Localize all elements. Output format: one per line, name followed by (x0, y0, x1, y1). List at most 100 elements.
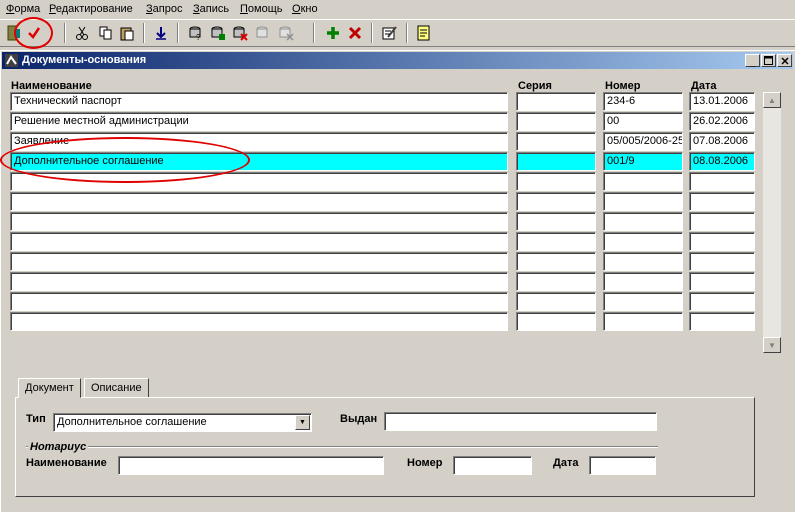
grid-cell-number[interactable] (603, 232, 683, 251)
type-label: Тип (26, 413, 46, 425)
grid-cell-date[interactable] (689, 212, 755, 231)
paste-icon[interactable] (117, 23, 137, 43)
grid-cell-name[interactable] (10, 312, 508, 331)
grid-cell-name[interactable] (10, 172, 508, 191)
grid-cell-date[interactable] (689, 312, 755, 331)
copy-icon[interactable] (96, 23, 116, 43)
grid-cell-date[interactable] (689, 232, 755, 251)
header-number: Номер (605, 80, 641, 92)
menu-edit[interactable]: Редактирование (49, 3, 133, 15)
grid-cell-number[interactable]: 05/005/2006-25 (603, 132, 683, 151)
grid-cell-number[interactable] (603, 252, 683, 271)
toolbar: ? (0, 19, 795, 47)
header-series: Серия (518, 80, 552, 92)
menu-forma[interactable]: Форма (6, 3, 40, 15)
notary-name-label: Наименование (26, 457, 107, 469)
scroll-up-button[interactable]: ▲ (763, 92, 781, 108)
close-button[interactable] (777, 54, 792, 67)
menu-query[interactable]: Запрос (146, 3, 182, 15)
notary-number-label: Номер (407, 457, 443, 469)
grid-cell-number[interactable] (603, 192, 683, 211)
notary-number-field[interactable] (453, 456, 532, 475)
grid-cell-series[interactable] (516, 292, 596, 311)
grid-cell-name[interactable] (10, 212, 508, 231)
exit-icon[interactable] (4, 23, 24, 43)
query-enter-icon[interactable]: ? (186, 23, 206, 43)
edit-icon[interactable] (380, 23, 400, 43)
grid-cell-series[interactable] (516, 232, 596, 251)
grid-cell-number[interactable] (603, 312, 683, 331)
grid-cell-number[interactable] (603, 292, 683, 311)
grid-cell-name[interactable]: Технический паспорт (10, 92, 508, 111)
notary-label: Нотариус (28, 441, 89, 453)
grid-cell-series[interactable] (516, 212, 596, 231)
toolbar-separator (143, 23, 145, 43)
grid-cell-date[interactable]: 08.08.2006 (689, 152, 755, 171)
grid-cell-series[interactable] (516, 132, 596, 151)
grid-cell-name[interactable] (10, 252, 508, 271)
maximize-button[interactable] (761, 54, 776, 67)
grid-cell-date[interactable] (689, 292, 755, 311)
grid-cell-date[interactable]: 07.08.2006 (689, 132, 755, 151)
window-titlebar[interactable]: Документы-основания _ (2, 52, 793, 69)
grid-cell-date[interactable] (689, 192, 755, 211)
grid-cell-number[interactable] (603, 272, 683, 291)
grid-cell-series[interactable] (516, 172, 596, 191)
grid-cell-date[interactable]: 13.01.2006 (689, 92, 755, 111)
scroll-down-button[interactable]: ▼ (763, 337, 781, 353)
grid-cell-number[interactable] (603, 212, 683, 231)
svg-text:?: ? (196, 33, 201, 41)
grid-cell-date[interactable] (689, 172, 755, 191)
grid-cell-date[interactable]: 26.02.2006 (689, 112, 755, 131)
delete-record-icon[interactable] (345, 23, 365, 43)
menu-record[interactable]: Запись (193, 3, 229, 15)
grid-cell-series[interactable] (516, 152, 596, 171)
cut-icon[interactable] (72, 23, 92, 43)
grid-cell-name[interactable] (10, 192, 508, 211)
grid-cell-number[interactable]: 001/9 (603, 152, 683, 171)
window-icon (5, 54, 18, 67)
toolbar-separator (371, 23, 373, 43)
notary-separator (26, 446, 658, 448)
help-icon[interactable] (414, 23, 434, 43)
grid-cell-date[interactable] (689, 272, 755, 291)
grid-cell-name[interactable] (10, 292, 508, 311)
grid-scrollbar[interactable]: ▲ ▼ (763, 92, 781, 353)
grid-cell-series[interactable] (516, 112, 596, 131)
type-combobox[interactable]: Дополнительное соглашение ▼ (53, 413, 312, 432)
grid-cell-number[interactable]: 234-6 (603, 92, 683, 111)
grid-cell-series[interactable] (516, 272, 596, 291)
grid-cell-name[interactable]: Решение местной администрации (10, 112, 508, 131)
tab-description[interactable]: Описание (84, 378, 149, 398)
grid-cell-series[interactable] (516, 252, 596, 271)
query-execute-icon[interactable] (208, 23, 228, 43)
header-name: Наименование (11, 80, 92, 92)
grid-cell-name[interactable] (10, 272, 508, 291)
grid-cell-series[interactable] (516, 192, 596, 211)
issued-field[interactable] (384, 412, 657, 431)
commit-checkmark-icon[interactable] (24, 23, 44, 43)
menu-help[interactable]: Помощь (240, 3, 283, 15)
grid-cell-name[interactable] (10, 232, 508, 251)
insert-record-icon[interactable] (323, 23, 343, 43)
grid-cell-series[interactable] (516, 92, 596, 111)
grid-cell-number[interactable] (603, 172, 683, 191)
toolbar-separator (406, 23, 408, 43)
grid-cell-date[interactable] (689, 252, 755, 271)
download-icon[interactable] (151, 23, 171, 43)
tab-document[interactable]: Документ (18, 378, 81, 398)
grid-cell-number[interactable]: 00 (603, 112, 683, 131)
toolbar-separator (64, 23, 66, 43)
grid-cell-series[interactable] (516, 312, 596, 331)
grid-cell-name[interactable]: Дополнительное соглашение (10, 152, 508, 171)
minimize-button[interactable]: _ (745, 54, 760, 68)
toolbar-separator (313, 23, 315, 43)
notary-name-field[interactable] (118, 456, 384, 475)
query-fetch-icon (276, 23, 296, 43)
chevron-down-icon[interactable]: ▼ (295, 415, 310, 430)
menu-window[interactable]: Окно (292, 3, 318, 15)
type-value: Дополнительное соглашение (57, 416, 207, 428)
query-cancel-icon[interactable] (230, 23, 250, 43)
grid-cell-name[interactable]: Заявление (10, 132, 508, 151)
notary-date-field[interactable] (589, 456, 656, 475)
